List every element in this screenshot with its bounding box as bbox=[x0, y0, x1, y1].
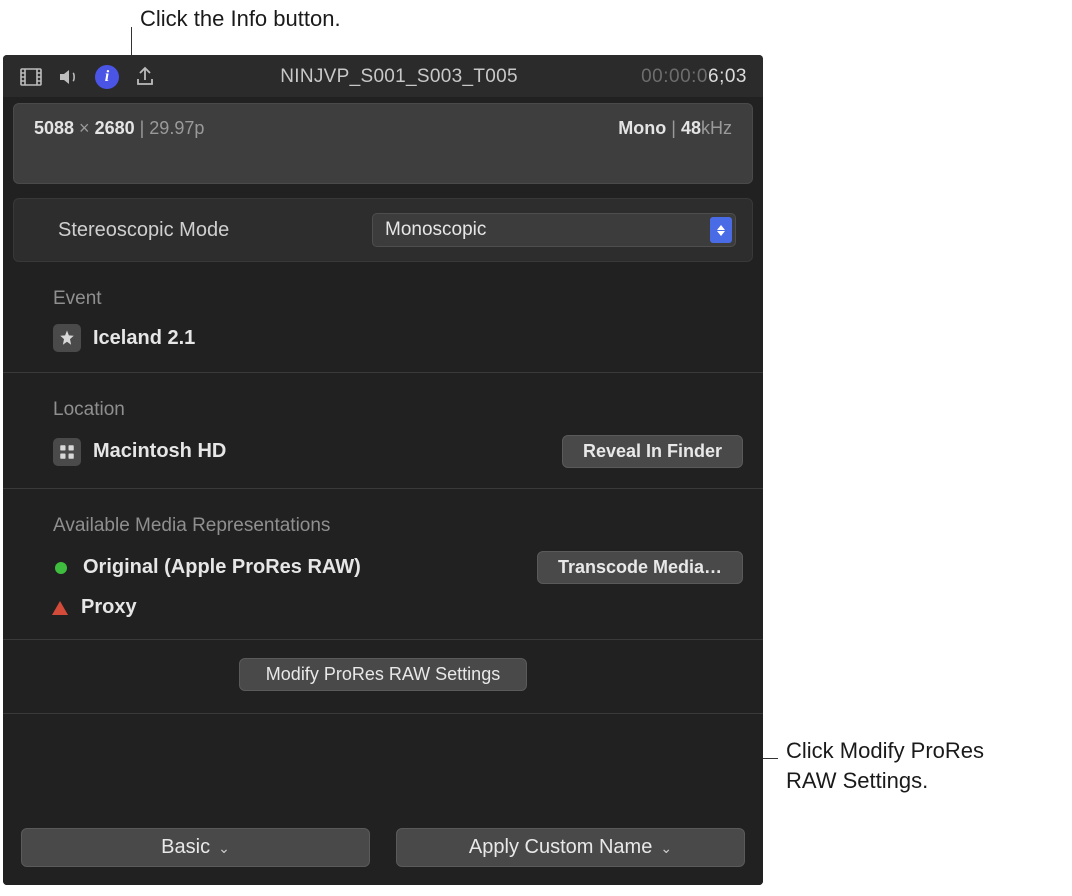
apply-name-label: Apply Custom Name bbox=[469, 836, 652, 858]
audio-icon[interactable] bbox=[57, 65, 81, 89]
warning-triangle-icon bbox=[52, 601, 68, 615]
info-icon: i bbox=[95, 65, 119, 89]
audio-pipe: | bbox=[666, 118, 681, 138]
location-title: Location bbox=[53, 399, 743, 421]
annotation-modify: Click Modify ProRes RAW Settings. bbox=[786, 736, 1066, 795]
modify-prores-raw-button[interactable]: Modify ProRes RAW Settings bbox=[239, 658, 527, 691]
media-section: Available Media Representations Original… bbox=[3, 489, 763, 640]
star-icon bbox=[53, 324, 81, 352]
reveal-in-finder-button[interactable]: Reveal In Finder bbox=[562, 435, 743, 468]
stereoscopic-label: Stereoscopic Mode bbox=[58, 219, 348, 242]
timecode-dim: 00:00:0 bbox=[641, 66, 708, 87]
location-row: Macintosh HD Reveal In Finder bbox=[53, 435, 743, 468]
audio-khz-num: 48 bbox=[681, 118, 701, 138]
res-width: 5088 bbox=[34, 118, 74, 138]
res-pipe: | bbox=[135, 118, 150, 138]
dropdown-arrows-icon bbox=[710, 217, 732, 243]
toolbar: i NINJVP_S001_S003_T005 00:00:06;03 bbox=[3, 55, 763, 97]
annotation-info: Click the Info button. bbox=[140, 4, 341, 34]
event-title: Event bbox=[53, 288, 743, 310]
video-icon[interactable] bbox=[19, 65, 43, 89]
share-icon[interactable] bbox=[133, 65, 157, 89]
stereoscopic-dropdown[interactable]: Monoscopic bbox=[372, 213, 736, 247]
event-section: Event Iceland 2.1 bbox=[3, 262, 763, 373]
format-resolution: 5088 × 2680 | 29.97p bbox=[34, 118, 204, 139]
chevron-down-icon: ⌄ bbox=[660, 840, 672, 856]
stereoscopic-row: Stereoscopic Mode Monoscopic bbox=[13, 198, 753, 262]
media-original-label: Original (Apple ProRes RAW) bbox=[83, 556, 361, 579]
annotation-modify-l1: Click Modify ProRes bbox=[786, 738, 984, 763]
res-sep: × bbox=[74, 118, 95, 138]
inspector-panel: i NINJVP_S001_S003_T005 00:00:06;03 5088… bbox=[3, 55, 763, 885]
fps: 29.97p bbox=[149, 118, 204, 138]
grid-icon bbox=[53, 438, 81, 466]
annotation-modify-l2: RAW Settings. bbox=[786, 768, 928, 793]
timecode: 00:00:06;03 bbox=[641, 66, 747, 88]
format-audio: Mono | 48kHz bbox=[618, 118, 732, 139]
footer: Basic ⌄ Apply Custom Name ⌄ bbox=[3, 814, 763, 885]
view-mode-dropdown[interactable]: Basic ⌄ bbox=[21, 828, 370, 867]
stereoscopic-value: Monoscopic bbox=[385, 219, 486, 241]
transcode-media-button[interactable]: Transcode Media… bbox=[537, 551, 743, 584]
view-mode-label: Basic bbox=[161, 836, 210, 858]
modify-row: Modify ProRes RAW Settings bbox=[3, 640, 763, 714]
timecode-bright: 6;03 bbox=[708, 66, 747, 87]
chevron-down-icon: ⌄ bbox=[218, 840, 230, 856]
location-name: Macintosh HD bbox=[93, 440, 226, 463]
apply-custom-name-dropdown[interactable]: Apply Custom Name ⌄ bbox=[396, 828, 745, 867]
event-row: Iceland 2.1 bbox=[53, 324, 743, 352]
media-original-row: Original (Apple ProRes RAW) Transcode Me… bbox=[53, 551, 743, 584]
media-title: Available Media Representations bbox=[53, 515, 743, 537]
location-section: Location Macintosh HD Reveal In Finder bbox=[3, 373, 763, 489]
event-name: Iceland 2.1 bbox=[93, 327, 195, 350]
audio-mode: Mono bbox=[618, 118, 666, 138]
media-proxy-row: Proxy bbox=[53, 596, 743, 619]
media-proxy-label: Proxy bbox=[81, 596, 137, 619]
format-bar: 5088 × 2680 | 29.97p Mono | 48kHz bbox=[13, 103, 753, 184]
clip-name: NINJVP_S001_S003_T005 bbox=[171, 66, 627, 88]
audio-khz-unit: kHz bbox=[701, 118, 732, 138]
status-dot-icon bbox=[55, 562, 67, 574]
res-height: 2680 bbox=[95, 118, 135, 138]
info-button[interactable]: i bbox=[95, 65, 119, 89]
